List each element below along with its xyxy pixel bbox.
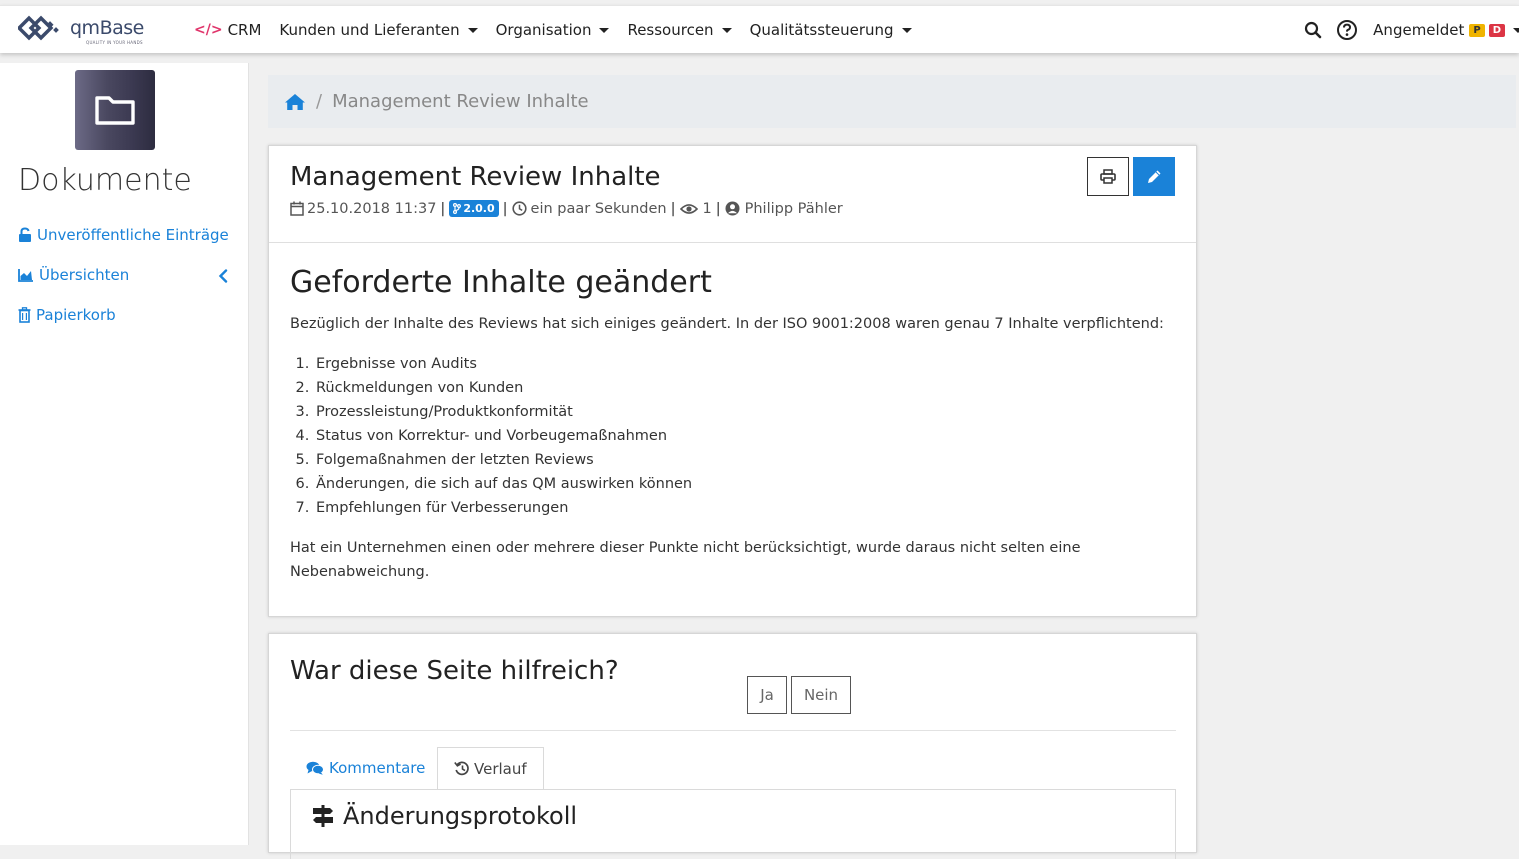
sidebar-item-label: Unveröffentliche Einträge: [37, 226, 229, 244]
meta-separator: |: [715, 200, 721, 217]
nav-item-qualitaetssteuerung[interactable]: Qualitätssteuerung: [750, 21, 912, 39]
document-views: 1: [702, 200, 712, 217]
sidebar-item-label: Papierkorb: [36, 306, 116, 324]
nav-item-crm[interactable]: </> CRM: [194, 21, 261, 39]
main-nav: </> CRM Kunden und Lieferanten Organisat…: [194, 6, 930, 54]
nav-item-kunden-lieferanten[interactable]: Kunden und Lieferanten: [279, 21, 478, 39]
nav-item-organisation[interactable]: Organisation: [496, 21, 610, 39]
user-menu[interactable]: Angemeldet P D: [1373, 21, 1519, 39]
meta-separator: |: [440, 200, 446, 217]
panel-title: Änderungsprotokoll: [311, 802, 577, 830]
search-icon[interactable]: [1304, 21, 1322, 39]
list-item: Rückmeldungen von Kunden: [314, 376, 1175, 400]
logo-icon: [18, 15, 59, 41]
divider: [290, 730, 1176, 731]
user-label: Angemeldet: [1373, 21, 1465, 39]
trash-icon: [18, 307, 31, 323]
breadcrumb-separator: /: [316, 91, 323, 112]
clock-icon: [511, 201, 527, 216]
document-title: Management Review Inhalte: [290, 162, 661, 192]
unlock-icon: [19, 227, 31, 242]
content-outro: Hat ein Unternehmen einen oder mehrere d…: [290, 540, 1081, 580]
caret-down-icon: [1513, 27, 1519, 33]
breadcrumb-current: Management Review Inhalte: [332, 91, 589, 112]
list-item: Status von Korrektur- und Vorbeugemaßnah…: [314, 424, 1175, 448]
code-icon: </>: [194, 22, 223, 38]
logo-text: qmBase: [70, 17, 144, 39]
feedback-card: War diese Seite hilfreich? Ja Nein Komme…: [268, 633, 1197, 859]
calendar-icon: [290, 201, 304, 216]
nav-item-label: CRM: [227, 21, 262, 39]
eye-icon: [679, 203, 698, 214]
sidebar-title: Dokumente: [18, 163, 192, 198]
tab-verlauf[interactable]: Verlauf: [437, 747, 544, 789]
meta-separator: |: [670, 200, 676, 217]
list-item: Prozessleistung/Produktkonformität: [314, 400, 1175, 424]
pencil-icon: [1148, 170, 1161, 183]
nav-item-label: Kunden und Lieferanten: [279, 21, 460, 39]
nav-item-ressourcen[interactable]: Ressourcen: [627, 21, 732, 39]
history-icon: [454, 761, 469, 776]
version-badge[interactable]: 2.0.0: [449, 200, 499, 217]
feedback-title: War diese Seite hilfreich?: [290, 656, 619, 686]
folder-tile: [75, 70, 155, 150]
home-icon[interactable]: [284, 93, 306, 111]
content-heading: Geforderte Inhalte geändert: [290, 265, 712, 300]
document-author: Philipp Pähler: [744, 200, 843, 217]
tab-kommentare[interactable]: Kommentare: [290, 747, 441, 789]
sidebar-item-papierkorb[interactable]: Papierkorb: [18, 306, 116, 324]
version-number: 2.0.0: [463, 202, 495, 215]
folder-icon: [95, 96, 135, 125]
content-list: Ergebnisse von Audits Rückmeldungen von …: [314, 352, 1175, 520]
list-item: Ergebnisse von Audits: [314, 352, 1175, 376]
caret-down-icon: [901, 27, 912, 33]
no-button[interactable]: Nein: [791, 676, 851, 714]
panel-title-text: Änderungsprotokoll: [343, 802, 578, 830]
sidebar-item-label: Übersichten: [39, 266, 130, 284]
tab-label: Verlauf: [474, 759, 527, 778]
user-circle-icon: [725, 201, 740, 216]
caret-down-icon: [599, 27, 610, 33]
badge-d: D: [1488, 23, 1505, 37]
list-item: Folgemaßnahmen der letzten Reviews: [314, 448, 1175, 472]
comments-icon: [306, 761, 324, 775]
top-navbar: qmBase QUALITY IN YOUR HANDS </> CRM Kun…: [0, 5, 1519, 53]
yes-button[interactable]: Ja: [747, 676, 787, 714]
document-meta: 25.10.2018 11:37 | 2.0.0 | ein paar Seku…: [290, 200, 1175, 217]
branch-icon: [453, 203, 462, 214]
caret-down-icon: [467, 27, 478, 33]
user-nav: Angemeldet P D: [1304, 6, 1519, 54]
sidebar: Dokumente Unveröffentliche Einträge Über…: [0, 63, 249, 845]
document-date: 25.10.2018 11:37: [307, 200, 437, 217]
sidebar-item-unveroeffentlicht[interactable]: Unveröffentliche Einträge: [18, 226, 229, 244]
help-icon[interactable]: [1336, 19, 1358, 41]
logo-tagline: QUALITY IN YOUR HANDS: [86, 40, 143, 45]
edit-button[interactable]: [1133, 157, 1175, 196]
badge-p: P: [1469, 23, 1485, 37]
document-content: Geforderte Inhalte geändert Bezüglich de…: [269, 243, 1196, 606]
sidebar-item-uebersichten[interactable]: Übersichten: [18, 266, 233, 284]
breadcrumb: / Management Review Inhalte: [268, 75, 1516, 128]
list-item: Änderungen, die sich auf das QM auswirke…: [314, 472, 1175, 496]
nav-item-label: Qualitätssteuerung: [749, 21, 894, 39]
print-button[interactable]: [1087, 157, 1129, 196]
list-item: Empfehlungen für Verbesserungen: [314, 496, 1175, 520]
print-icon: [1100, 169, 1116, 184]
meta-separator: |: [502, 200, 508, 217]
tab-label: Kommentare: [329, 759, 426, 777]
caret-down-icon: [721, 27, 732, 33]
logo[interactable]: qmBase QUALITY IN YOUR HANDS: [18, 12, 144, 45]
nav-item-label: Ressourcen: [627, 21, 714, 39]
content-intro: Bezüglich der Inhalte des Reviews hat si…: [290, 316, 1164, 332]
nav-item-label: Organisation: [495, 21, 592, 39]
signs-icon: [313, 805, 333, 827]
document-card: Management Review Inhalte 25.10.2018 11:…: [268, 145, 1197, 617]
history-panel: Änderungsprotokoll: [290, 789, 1176, 859]
document-updated: ein paar Sekunden: [530, 200, 667, 217]
chevron-left-icon[interactable]: [218, 269, 228, 283]
document-header: Management Review Inhalte 25.10.2018 11:…: [269, 146, 1196, 243]
area-chart-icon: [18, 269, 33, 282]
